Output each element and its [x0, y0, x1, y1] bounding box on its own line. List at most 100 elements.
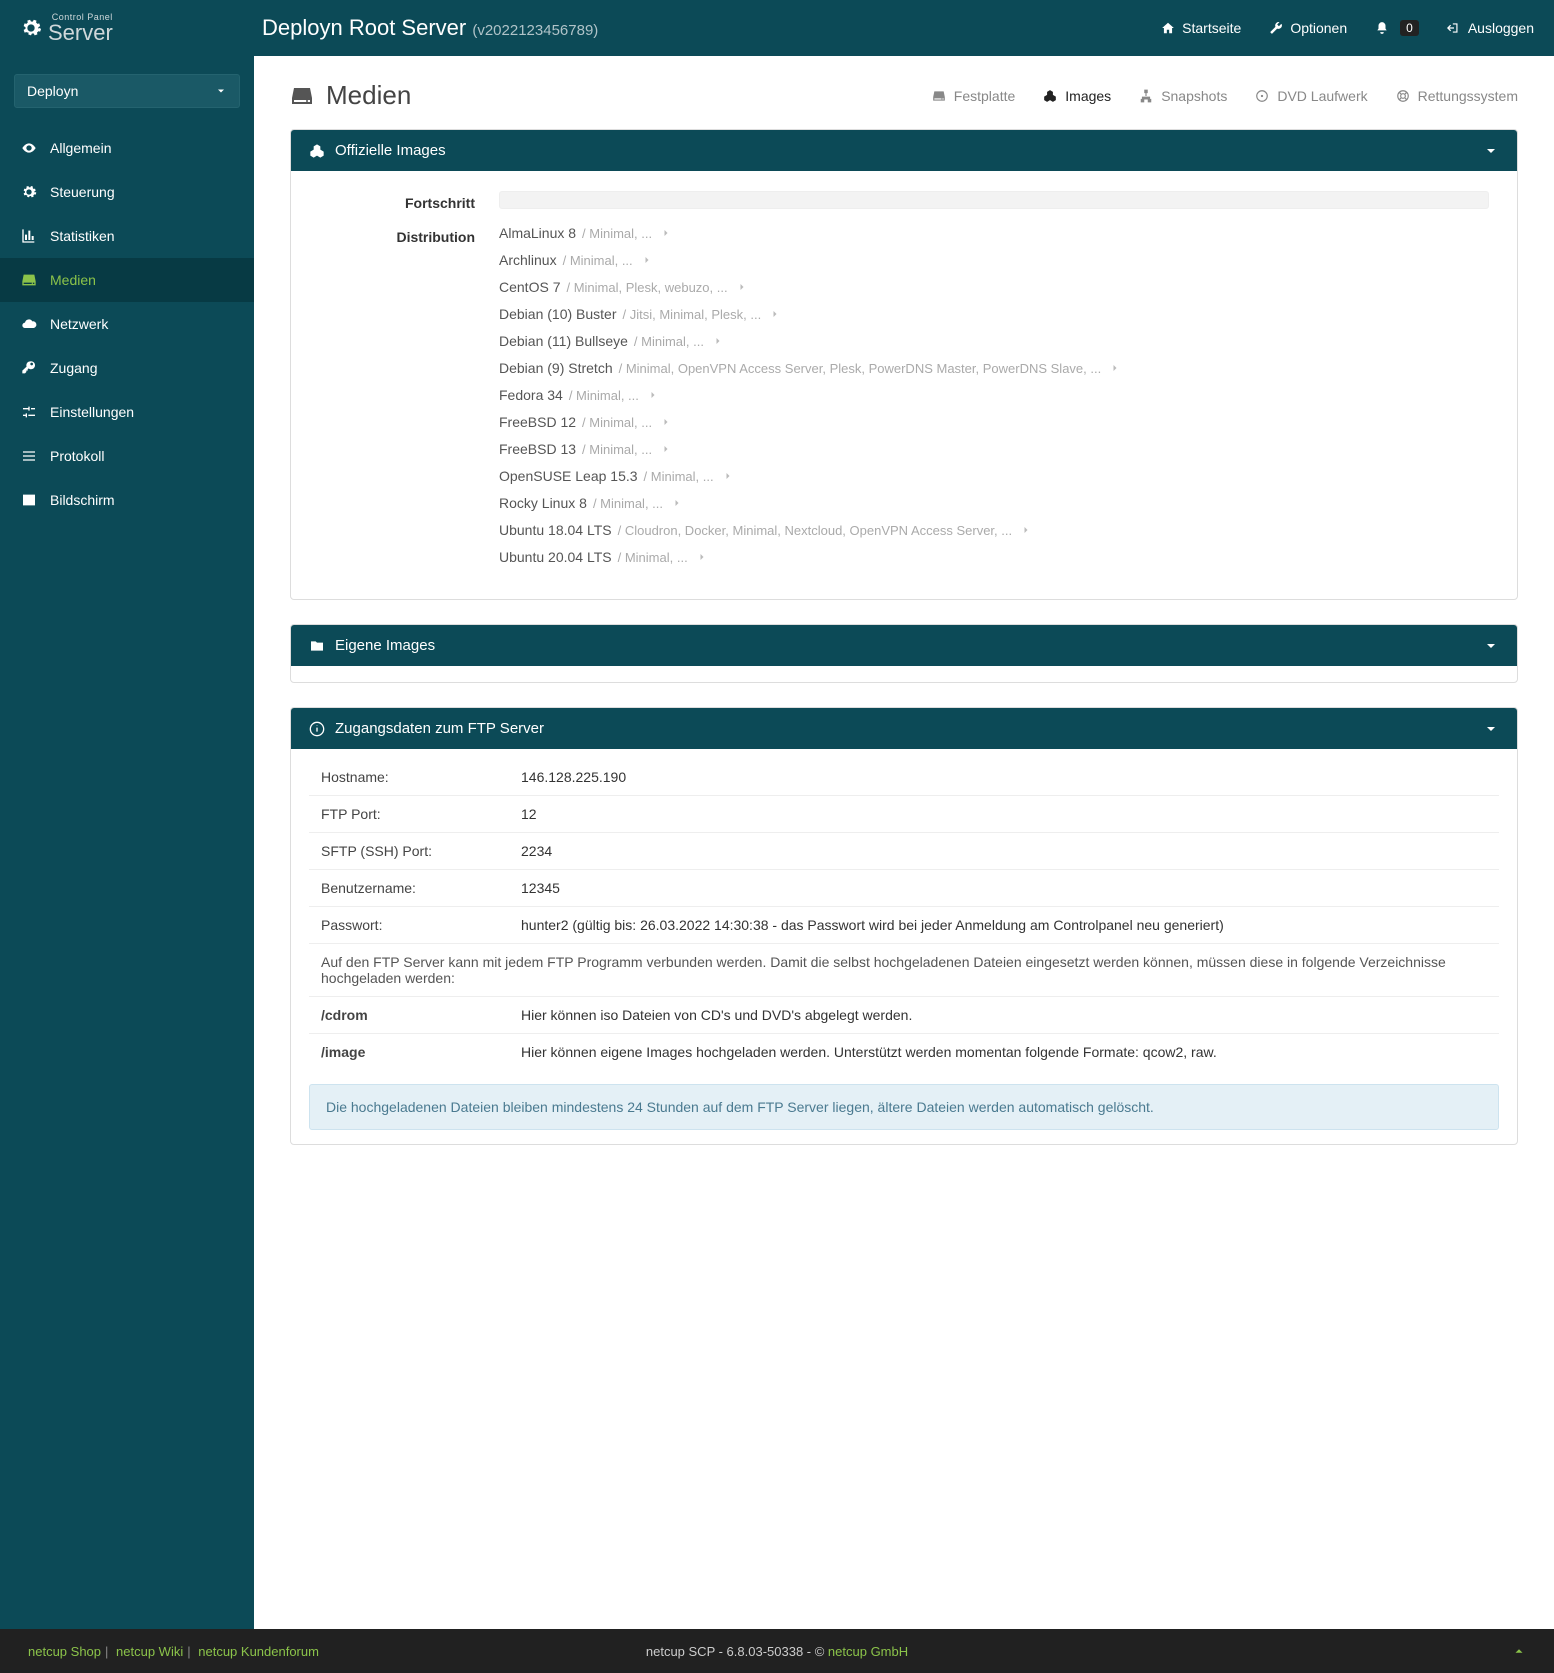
sidebar-item-label: Medien	[50, 272, 96, 288]
hdd-icon	[290, 84, 314, 108]
distro-item[interactable]: CentOS 7 / Minimal, Plesk, webuzo, ...	[499, 279, 1489, 295]
ftp-pass-value: hunter2 (gültig bis: 26.03.2022 14:30:38…	[509, 907, 1499, 944]
panel-ftp: Zugangsdaten zum FTP Server Hostname:146…	[290, 707, 1518, 1145]
info-icon	[309, 721, 325, 737]
server-title-sub: (v2022123456789)	[472, 22, 598, 39]
table-row: /cdromHier können iso Dateien von CD's u…	[309, 997, 1499, 1034]
sidebar-item-zugang[interactable]: Zugang	[0, 346, 254, 390]
gear-icon	[20, 184, 38, 200]
distro-item[interactable]: Fedora 34 / Minimal, ...	[499, 387, 1489, 403]
chevron-right-icon	[736, 281, 748, 293]
footer-link-wiki[interactable]: netcup Wiki	[116, 1644, 183, 1659]
sidebar-server-select[interactable]: Deployn	[14, 74, 240, 108]
sidebar-item-label: Bildschirm	[50, 492, 115, 508]
distro-item[interactable]: Ubuntu 20.04 LTS / Minimal, ...	[499, 549, 1489, 565]
distro-options: / Minimal, ...	[569, 388, 639, 403]
distro-item[interactable]: AlmaLinux 8 / Minimal, ...	[499, 225, 1489, 241]
ftp-user-label: Benutzername:	[309, 870, 509, 907]
distro-name: FreeBSD 13	[499, 441, 576, 457]
panel-own-images-header[interactable]: Eigene Images	[291, 625, 1517, 666]
tab-festplatte[interactable]: Festplatte	[932, 88, 1015, 104]
scroll-top-button[interactable]	[1512, 1644, 1526, 1658]
sidebar-item-netzwerk[interactable]: Netzwerk	[0, 302, 254, 346]
panel-own-images: Eigene Images	[290, 624, 1518, 683]
footer-link-shop[interactable]: netcup Shop	[28, 1644, 101, 1659]
hdd-icon	[20, 272, 38, 288]
footer-link-company[interactable]: netcup GmbH	[828, 1644, 908, 1659]
sidebar-item-label: Statistiken	[50, 228, 115, 244]
brand[interactable]: Control Panel Server	[20, 13, 254, 44]
distro-item[interactable]: Debian (11) Bullseye / Minimal, ...	[499, 333, 1489, 349]
progress-bar	[499, 191, 1489, 209]
sidebar-item-label: Allgemein	[50, 140, 111, 156]
cloud-icon	[20, 316, 38, 332]
distro-item[interactable]: Debian (9) Stretch / Minimal, OpenVPN Ac…	[499, 360, 1489, 376]
disc-icon	[1255, 89, 1269, 103]
sidebar-item-allgemein[interactable]: Allgemein	[0, 126, 254, 170]
label-progress: Fortschritt	[319, 191, 499, 211]
distro-options: / Minimal, ...	[582, 442, 652, 457]
distro-name: Rocky Linux 8	[499, 495, 587, 511]
footer-center: netcup SCP - 6.8.03-50338 - © netcup Gmb…	[646, 1644, 908, 1659]
ftp-hostname-label: Hostname:	[309, 759, 509, 796]
footer-link-forum[interactable]: netcup Kundenforum	[198, 1644, 319, 1659]
chevron-right-icon	[660, 227, 672, 239]
tab-label: DVD Laufwerk	[1277, 88, 1367, 104]
distro-name: Archlinux	[499, 252, 557, 268]
tab-snapshots[interactable]: Snapshots	[1139, 88, 1227, 104]
sidebar-item-bildschirm[interactable]: Bildschirm	[0, 478, 254, 522]
sidebar-item-einstellungen[interactable]: Einstellungen	[0, 390, 254, 434]
sidebar-item-protokoll[interactable]: Protokoll	[0, 434, 254, 478]
wrench-icon	[1269, 21, 1283, 35]
panel-ftp-header[interactable]: Zugangsdaten zum FTP Server	[291, 708, 1517, 749]
chevron-right-icon	[647, 389, 659, 401]
tab-rescue[interactable]: Rettungssystem	[1396, 88, 1518, 104]
distro-item[interactable]: Ubuntu 18.04 LTS / Cloudron, Docker, Min…	[499, 522, 1489, 538]
chevron-right-icon	[712, 335, 724, 347]
ftp-dir-image-value: Hier können eigene Images hochgeladen we…	[509, 1034, 1499, 1071]
tab-dvd[interactable]: DVD Laufwerk	[1255, 88, 1367, 104]
tab-label: Snapshots	[1161, 88, 1227, 104]
distro-item[interactable]: Archlinux / Minimal, ...	[499, 252, 1489, 268]
nav-logout[interactable]: Ausloggen	[1447, 20, 1534, 36]
page-title: Medien	[290, 80, 411, 111]
list-icon	[20, 448, 38, 464]
key-icon	[20, 360, 38, 376]
chevron-down-icon[interactable]	[1483, 143, 1499, 159]
nav-options[interactable]: Optionen	[1269, 20, 1347, 36]
sidebar-item-steuerung[interactable]: Steuerung	[0, 170, 254, 214]
nav-notifications[interactable]: 0	[1375, 20, 1419, 36]
sliders-icon	[20, 404, 38, 420]
ftp-hostname-value: 146.128.225.190	[509, 759, 1499, 796]
nav-home[interactable]: Startseite	[1161, 20, 1241, 36]
distro-options: / Minimal, ...	[618, 550, 688, 565]
distro-item[interactable]: FreeBSD 12 / Minimal, ...	[499, 414, 1489, 430]
tab-images[interactable]: Images	[1043, 88, 1111, 104]
sidebar-item-medien[interactable]: Medien	[0, 258, 254, 302]
chevron-down-icon[interactable]	[1483, 638, 1499, 654]
distro-item[interactable]: Rocky Linux 8 / Minimal, ...	[499, 495, 1489, 511]
panel-ftp-title: Zugangsdaten zum FTP Server	[335, 720, 544, 737]
distro-options: / Minimal, Plesk, webuzo, ...	[566, 280, 727, 295]
sidebar-item-statistiken[interactable]: Statistiken	[0, 214, 254, 258]
sitemap-icon	[1139, 89, 1153, 103]
distro-item[interactable]: Debian (10) Buster / Jitsi, Minimal, Ple…	[499, 306, 1489, 322]
distro-name: Ubuntu 18.04 LTS	[499, 522, 612, 538]
tab-label: Images	[1065, 88, 1111, 104]
chevron-down-icon[interactable]	[1483, 721, 1499, 737]
distro-name: AlmaLinux 8	[499, 225, 576, 241]
cubes-icon	[1043, 89, 1057, 103]
chevron-right-icon	[671, 497, 683, 509]
distro-item[interactable]: FreeBSD 13 / Minimal, ...	[499, 441, 1489, 457]
panel-official-images-header[interactable]: Offizielle Images	[291, 130, 1517, 171]
ftp-note: Auf den FTP Server kann mit jedem FTP Pr…	[309, 944, 1499, 997]
distro-options: / Jitsi, Minimal, Plesk, ...	[623, 307, 762, 322]
nav-options-label: Optionen	[1290, 20, 1347, 36]
bell-icon	[1375, 21, 1389, 35]
brand-gear-icon	[20, 17, 42, 39]
ftp-dir-cdrom-value: Hier können iso Dateien von CD's und DVD…	[509, 997, 1499, 1034]
distro-name: Debian (11) Bullseye	[499, 333, 628, 349]
distro-name: OpenSUSE Leap 15.3	[499, 468, 638, 484]
footer-version: netcup SCP - 6.8.03-50338 - ©	[646, 1644, 828, 1659]
distro-item[interactable]: OpenSUSE Leap 15.3 / Minimal, ...	[499, 468, 1489, 484]
